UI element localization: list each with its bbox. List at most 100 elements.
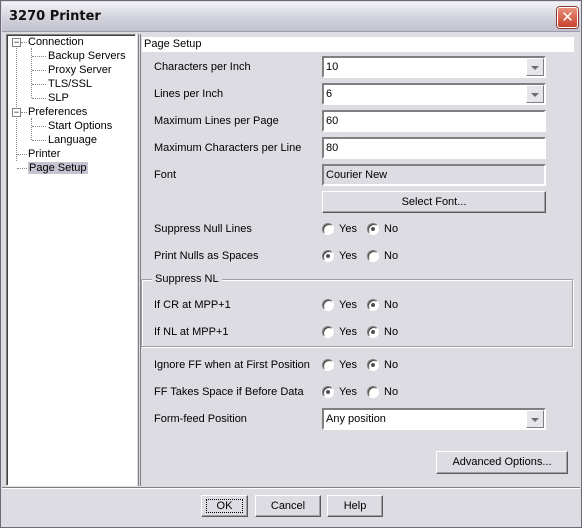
tree-line [32,126,46,127]
tree-line [32,140,46,141]
collapse-preferences-icon[interactable]: − [12,108,21,117]
ff-takes-space-label: FF Takes Space if Before Data [154,386,304,398]
collapse-connection-icon[interactable]: − [12,38,21,47]
chars-per-inch-select[interactable]: 10 [322,56,546,78]
max-lines-value: 60 [326,115,339,127]
radio-unchecked-icon [367,386,379,398]
tree-line [32,98,46,99]
font-label: Font [154,169,177,181]
radio-label: Yes [339,299,357,311]
tree-item-connection[interactable]: Connection [28,35,84,49]
form-feed-position-select[interactable]: Any position [322,408,546,430]
chevron-down-icon[interactable] [526,85,544,103]
close-button[interactable]: ✕ [557,7,578,28]
max-chars-value: 80 [326,142,339,154]
radio-unchecked-icon [322,299,334,311]
chevron-down-icon[interactable] [526,58,544,76]
max-lines-input[interactable]: 60 [322,110,546,132]
suppress-null-lines-label: Suppress Null Lines [154,223,252,235]
tree-item-tls-ssl[interactable]: TLS/SSL [48,77,92,91]
radio-label: No [384,223,399,235]
tree-item-label: Connection [28,36,84,48]
radio-unchecked-icon [322,223,334,235]
tree-item-slp[interactable]: SLP [48,91,69,105]
tree-line [21,42,27,43]
tree-item-preferences[interactable]: Preferences [28,105,87,119]
font-value: Courier New [326,169,388,181]
form-feed-position-label: Form-feed Position [154,413,247,425]
max-chars-input[interactable]: 80 [322,137,546,159]
if-cr-label: If CR at MPP+1 [154,299,231,311]
radio-checked-icon [367,326,379,338]
radio-checked-icon [367,223,379,235]
tree-line [17,168,27,169]
advanced-options-button[interactable]: Advanced Options... [436,451,568,474]
tree-item-label: Start Options [48,120,113,132]
radio-label: No [384,250,399,262]
font-field: Courier New [322,164,546,186]
tree-item-proxy-server[interactable]: Proxy Server [48,63,112,77]
title-bar[interactable]: 3270 Printer ✕ [2,2,580,32]
tree-item-language[interactable]: Language [48,133,97,147]
ok-button[interactable]: OK [201,495,248,517]
radio-unchecked-icon [367,250,379,262]
window-title: 3270 Printer [9,9,101,24]
tree-item-start-options[interactable]: Start Options [48,119,112,133]
footer-divider [2,487,580,489]
navigation-tree: − Connection Backup Servers Proxy Server… [6,34,136,486]
tree-line [21,112,27,113]
close-icon: ✕ [561,8,574,26]
radio-label: Yes [339,359,357,371]
lines-per-inch-label: Lines per Inch [154,88,224,100]
page-setup-panel: Page Setup Characters per Inch 10 Lines … [140,34,577,486]
chars-per-inch-label: Characters per Inch [154,61,251,73]
cancel-button[interactable]: Cancel [255,495,321,517]
select-font-button[interactable]: Select Font... [322,191,546,213]
tree-item-label: Proxy Server [48,64,112,76]
focus-ring [206,499,243,513]
radio-unchecked-icon [322,326,334,338]
groupbox-title: Suppress NL [152,272,222,286]
radio-label: No [384,299,399,311]
radio-label: No [384,326,399,338]
max-chars-label: Maximum Characters per Line [154,142,302,154]
tree-item-label: Backup Servers [48,50,126,62]
lines-per-inch-value: 6 [326,88,333,100]
tree-item-label: TLS/SSL [48,78,93,90]
section-header: Page Setup [142,37,574,52]
tree-line [17,154,27,155]
tree-line [31,118,32,140]
radio-label: Yes [339,386,357,398]
dialog-window: 3270 Printer ✕ − Connection Backup Serve… [0,0,582,528]
radio-label: Yes [339,250,357,262]
if-nl-label: If NL at MPP+1 [154,326,229,338]
suppress-nl-groupbox: Suppress NL If CR at MPP+1 Yes No If NL … [141,272,573,347]
tree-item-label: Language [48,134,97,146]
tree-line [32,56,46,57]
radio-checked-icon [367,359,379,371]
tree-line [32,70,46,71]
radio-label: Yes [339,326,357,338]
chevron-down-icon[interactable] [526,410,544,428]
splitter-handle[interactable] [136,34,139,486]
tree-item-page-setup[interactable]: Page Setup [28,161,88,175]
lines-per-inch-select[interactable]: 6 [322,83,546,105]
radio-checked-icon [322,250,334,262]
tree-item-backup-servers[interactable]: Backup Servers [48,49,126,63]
radio-label: No [384,386,399,398]
radio-checked-icon [322,386,334,398]
radio-checked-icon [367,299,379,311]
chars-per-inch-value: 10 [326,61,339,73]
tree-item-label: Preferences [28,106,88,118]
radio-label: No [384,359,399,371]
help-button[interactable]: Help [327,495,383,517]
radio-label: Yes [339,223,357,235]
radio-unchecked-icon [322,359,334,371]
tree-line [32,84,46,85]
tree-item-label: Page Setup [28,162,88,174]
ignore-ff-label: Ignore FF when at First Position [154,359,310,371]
tree-line [16,48,17,161]
max-lines-label: Maximum Lines per Page [154,115,279,127]
form-feed-position-value: Any position [326,413,386,425]
tree-item-printer[interactable]: Printer [28,147,60,161]
